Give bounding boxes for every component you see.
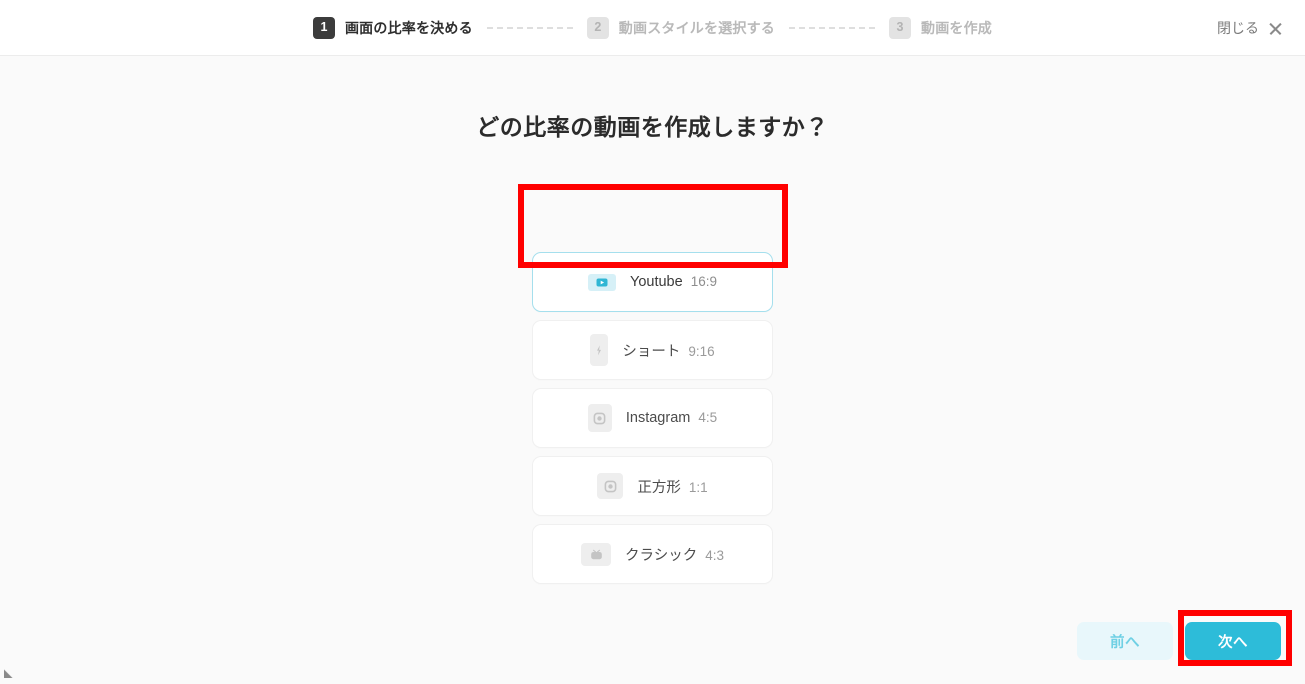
aspect-ratio-option-list: Youtube 16:9 ショート 9:16 Instagram 4:5 正方形…	[532, 252, 773, 584]
option-square-name: 正方形	[637, 479, 681, 496]
instagram-icon	[587, 404, 612, 432]
option-short[interactable]: ショート 9:16	[532, 320, 773, 380]
square-icon	[597, 473, 624, 499]
option-short-ratio: 9:16	[688, 343, 715, 359]
step-2-label: 動画スタイルを選択する	[618, 19, 775, 36]
close-x-icon	[1268, 20, 1283, 35]
option-instagram[interactable]: Instagram 4:5	[532, 388, 773, 448]
step-1[interactable]: 1 画面の比率を決める	[312, 16, 473, 39]
option-short-name: ショート	[622, 343, 681, 360]
youtube-play-icon	[588, 273, 616, 291]
step-2[interactable]: 2 動画スタイルを選択する	[586, 16, 775, 39]
step-3[interactable]: 3 動画を作成	[889, 16, 992, 39]
step-separator-1	[486, 26, 573, 29]
step-separator-2	[789, 26, 875, 29]
next-button[interactable]: 次へ	[1185, 622, 1281, 660]
step-2-badge: 2	[586, 16, 609, 39]
wizard-body: どの比率の動画を作成しますか？ Youtube 16:9 ショート 9:16 I…	[0, 56, 1305, 684]
close-button[interactable]: 閉じる	[1217, 18, 1283, 38]
step-indicator: 1 画面の比率を決める 2 動画スタイルを選択する 3 動画を作成	[312, 16, 992, 39]
option-square-ratio: 1:1	[688, 479, 708, 495]
option-classic-name: クラシック	[625, 547, 698, 564]
step-1-label: 画面の比率を決める	[344, 19, 473, 36]
option-instagram-name: Instagram	[625, 410, 691, 426]
page-title: どの比率の動画を作成しますか？	[476, 114, 829, 140]
option-square[interactable]: 正方形 1:1	[532, 456, 773, 516]
option-short-text: ショート 9:16	[622, 340, 714, 361]
option-youtube-text: Youtube 16:9	[630, 274, 717, 290]
close-button-label: 閉じる	[1217, 19, 1259, 36]
short-vertical-icon	[590, 334, 609, 366]
classic-tv-icon	[581, 542, 611, 566]
previous-button[interactable]: 前へ	[1077, 622, 1173, 660]
step-1-badge: 1	[312, 16, 335, 39]
option-youtube-name: Youtube	[630, 274, 683, 290]
option-instagram-text: Instagram 4:5	[626, 410, 717, 426]
option-youtube[interactable]: Youtube 16:9	[532, 252, 773, 312]
step-3-badge: 3	[889, 16, 911, 39]
option-classic-ratio: 4:3	[705, 547, 724, 563]
wizard-footer: 前へ 次へ	[1077, 622, 1281, 660]
step-3-label: 動画を作成	[921, 19, 992, 36]
option-square-text: 正方形 1:1	[637, 476, 707, 497]
window-corner-mark-bottom-left	[4, 669, 13, 678]
option-youtube-ratio: 16:9	[690, 274, 717, 289]
option-classic-text: クラシック 4:3	[625, 544, 724, 565]
wizard-header: 1 画面の比率を決める 2 動画スタイルを選択する 3 動画を作成 閉じる	[0, 0, 1305, 56]
option-classic[interactable]: クラシック 4:3	[532, 524, 773, 584]
option-instagram-ratio: 4:5	[698, 410, 718, 425]
